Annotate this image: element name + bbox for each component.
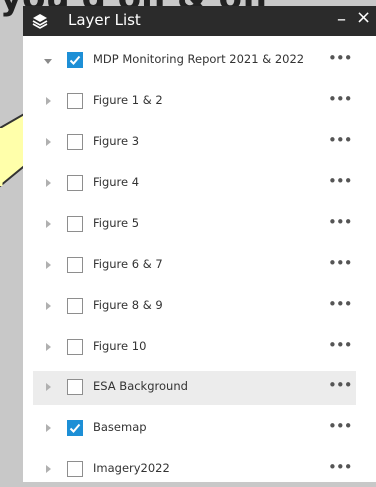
layer-label: Figure 6 & 7 (93, 257, 163, 271)
layer-label: Figure 1 & 2 (93, 93, 163, 107)
layer-row[interactable]: MDP Monitoring Report 2021 & 2022 ••• (33, 44, 356, 78)
caret-right-icon[interactable] (46, 383, 51, 391)
layer-row[interactable]: Figure 3 ••• (33, 126, 356, 160)
minimize-button[interactable]: – (337, 9, 346, 30)
layer-visibility-checkbox[interactable] (67, 298, 83, 314)
caret-right-icon[interactable] (46, 97, 51, 105)
layer-label: Figure 3 (93, 134, 140, 148)
layer-visibility-checkbox[interactable] (67, 461, 83, 477)
layer-visibility-checkbox[interactable] (67, 134, 83, 150)
layer-visibility-checkbox[interactable] (67, 216, 83, 232)
more-options-icon[interactable]: ••• (328, 336, 353, 354)
layers-icon (32, 13, 48, 33)
caret-right-icon[interactable] (46, 424, 51, 432)
layer-list-panel: Layer List – × MDP Monitoring Report 202… (23, 6, 376, 482)
layer-label: Basemap (93, 420, 147, 434)
caret-right-icon[interactable] (46, 343, 51, 351)
layer-label: Figure 10 (93, 339, 147, 353)
more-options-icon[interactable]: ••• (328, 254, 353, 272)
caret-right-icon[interactable] (46, 302, 51, 310)
layer-visibility-checkbox[interactable] (67, 175, 83, 191)
caret-right-icon[interactable] (46, 138, 51, 146)
layer-visibility-checkbox[interactable] (67, 420, 83, 436)
layer-visibility-checkbox[interactable] (67, 52, 83, 68)
caret-right-icon[interactable] (46, 465, 51, 473)
panel-header: Layer List – × (23, 6, 376, 36)
layer-label: Imagery2022 (93, 461, 170, 475)
more-options-icon[interactable]: ••• (328, 49, 353, 67)
layer-label: Figure 4 (93, 175, 140, 189)
more-options-icon[interactable]: ••• (328, 295, 353, 313)
layer-row[interactable]: Figure 6 & 7 ••• (33, 249, 356, 283)
more-options-icon[interactable]: ••• (328, 213, 353, 231)
layer-visibility-checkbox[interactable] (67, 339, 83, 355)
layer-row[interactable]: ESA Background ••• (33, 371, 356, 405)
layer-row[interactable]: Figure 8 & 9 ••• (33, 290, 356, 324)
checkmark-icon (69, 423, 81, 433)
more-options-icon[interactable]: ••• (328, 131, 353, 149)
more-options-icon[interactable]: ••• (328, 376, 353, 394)
close-button[interactable]: × (356, 7, 371, 28)
more-options-icon[interactable]: ••• (328, 417, 353, 435)
layer-row[interactable]: Figure 5 ••• (33, 208, 356, 242)
caret-down-icon[interactable] (44, 59, 52, 64)
more-options-icon[interactable]: ••• (328, 172, 353, 190)
layer-label: ESA Background (93, 379, 188, 393)
layer-visibility-checkbox[interactable] (67, 379, 83, 395)
layer-row[interactable]: Figure 1 & 2 ••• (33, 85, 356, 119)
layer-visibility-checkbox[interactable] (67, 93, 83, 109)
checkmark-icon (69, 55, 81, 65)
layer-visibility-checkbox[interactable] (67, 257, 83, 273)
caret-right-icon[interactable] (46, 179, 51, 187)
more-options-icon[interactable]: ••• (328, 458, 353, 476)
panel-title: Layer List (68, 11, 141, 29)
layer-label: Figure 5 (93, 216, 140, 230)
layer-row[interactable]: Figure 10 ••• (33, 331, 356, 365)
layer-label: Figure 8 & 9 (93, 298, 163, 312)
layer-label: MDP Monitoring Report 2021 & 2022 (93, 52, 305, 66)
layer-row[interactable]: Figure 4 ••• (33, 167, 356, 201)
caret-right-icon[interactable] (46, 261, 51, 269)
layer-row[interactable]: Basemap ••• (33, 412, 356, 446)
more-options-icon[interactable]: ••• (328, 90, 353, 108)
caret-right-icon[interactable] (46, 220, 51, 228)
scrollbar-track[interactable] (369, 36, 376, 482)
